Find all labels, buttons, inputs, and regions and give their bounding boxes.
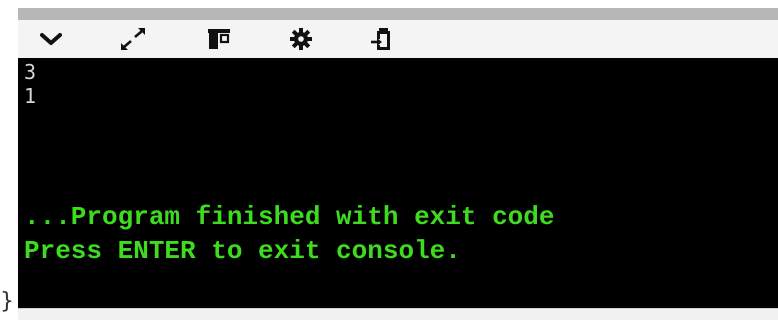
collapse-button[interactable]	[36, 24, 66, 54]
editor-code-fragment: }	[0, 289, 14, 314]
paste-button[interactable]	[368, 24, 398, 54]
console-toolbar	[18, 20, 778, 58]
console-output[interactable]: 3 1 ...Program finished with exit code P…	[18, 58, 778, 308]
top-divider	[18, 8, 778, 20]
bottom-panel-edge	[18, 308, 778, 320]
maximize-button[interactable]	[118, 24, 148, 54]
online-compiler-console-screenshot: 3 1 ...Program finished with exit code P…	[0, 0, 778, 320]
gear-icon	[290, 28, 312, 50]
paste-clipboard-icon	[371, 28, 390, 50]
layout-button[interactable]	[204, 24, 234, 54]
chevron-down-icon	[40, 33, 62, 45]
program-finished-message: ...Program finished with exit code	[24, 202, 555, 232]
panel-layout-icon	[208, 29, 230, 49]
output-line-1: 3	[24, 60, 37, 84]
output-line-2: 1	[24, 84, 37, 108]
press-enter-prompt: Press ENTER to exit console.	[24, 236, 461, 266]
expand-arrows-icon	[121, 28, 145, 50]
settings-button[interactable]	[286, 24, 316, 54]
